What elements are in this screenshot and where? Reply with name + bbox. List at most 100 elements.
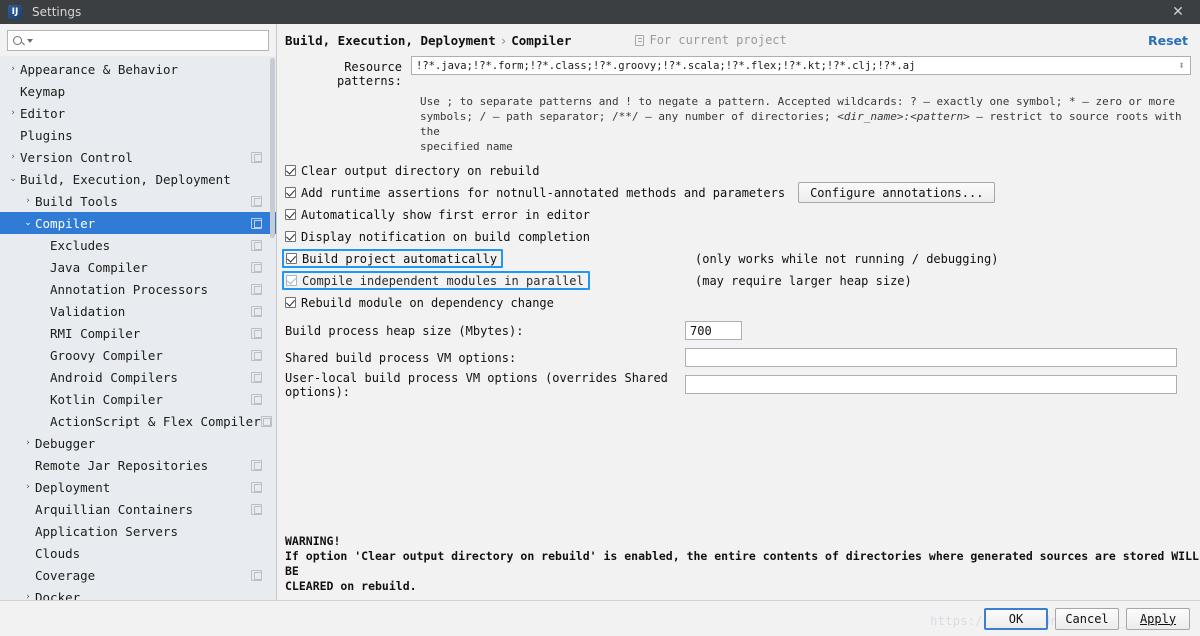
field-label: Shared build process VM options: [285, 351, 685, 365]
configure-annotations-label: Configure annotations... [810, 186, 983, 200]
sidebar-item-android-compilers[interactable]: Android Compilers [0, 366, 276, 388]
sidebar-item-label: Build Tools [35, 194, 251, 209]
sidebar-item-java-compiler[interactable]: Java Compiler [0, 256, 276, 278]
checkbox-row: Rebuild module on dependency change [285, 292, 1191, 313]
sidebar-item-keymap[interactable]: Keymap [0, 80, 276, 102]
breadcrumb-root[interactable]: Build, Execution, Deployment [285, 33, 496, 48]
checkbox-indicator[interactable] [286, 253, 297, 264]
project-scope-icon [251, 394, 262, 405]
sidebar-item-remote-jar-repositories[interactable]: Remote Jar Repositories [0, 454, 276, 476]
breadcrumb-leaf: Compiler [511, 33, 571, 48]
expand-icon[interactable]: ⬍ [1175, 59, 1188, 72]
chevron-right-icon[interactable]: › [6, 64, 20, 74]
checkbox-indicator[interactable] [285, 297, 296, 308]
sidebar-item-plugins[interactable]: Plugins [0, 124, 276, 146]
sidebar-item-label: Version Control [20, 150, 251, 165]
sidebar-item-excludes[interactable]: Excludes [0, 234, 276, 256]
window-title: Settings [32, 5, 81, 19]
checkbox-display-notification-on-build-completion[interactable]: Display notification on build completion [285, 230, 590, 244]
sidebar-item-editor[interactable]: ›Editor [0, 102, 276, 124]
sidebar-item-label: Annotation Processors [50, 282, 251, 297]
sidebar-scrollbar-thumb[interactable] [270, 58, 275, 238]
sidebar-item-version-control[interactable]: ›Version Control [0, 146, 276, 168]
sidebar-item-application-servers[interactable]: Application Servers [0, 520, 276, 542]
chevron-down-icon[interactable]: ⌄ [21, 218, 35, 228]
sidebar-item-coverage[interactable]: Coverage [0, 564, 276, 586]
checkbox-indicator[interactable] [285, 165, 296, 176]
warning-line-2: CLEARED on rebuild. [285, 579, 1200, 594]
sidebar-item-validation[interactable]: Validation [0, 300, 276, 322]
field-input[interactable]: 700 [685, 321, 742, 340]
cancel-button[interactable]: Cancel [1055, 608, 1119, 630]
help-line-3: specified name [420, 139, 1191, 154]
breadcrumb-bar: Build, Execution, Deployment›Compiler Fo… [285, 24, 1191, 50]
dialog-body: ›Appearance & BehaviorKeymap›EditorPlugi… [0, 24, 1200, 636]
chevron-right-icon[interactable]: › [21, 482, 35, 492]
settings-tree[interactable]: ›Appearance & BehaviorKeymap›EditorPlugi… [0, 56, 276, 610]
resource-patterns-input[interactable]: !?*.java;!?*.form;!?*.class;!?*.groovy;!… [411, 56, 1191, 75]
sidebar-item-annotation-processors[interactable]: Annotation Processors [0, 278, 276, 300]
checkbox-indicator[interactable] [285, 187, 296, 198]
checkbox-automatically-show-first-error-in-editor[interactable]: Automatically show first error in editor [285, 208, 590, 222]
sidebar-item-appearance-behavior[interactable]: ›Appearance & Behavior [0, 58, 276, 80]
project-scope-icon [251, 372, 262, 383]
field-input[interactable] [685, 348, 1177, 367]
close-icon[interactable]: ✕ [1156, 0, 1200, 24]
chevron-right-icon[interactable]: › [21, 196, 35, 206]
checkbox-row: Add runtime assertions for notnull-annot… [285, 182, 1191, 203]
field-row: User-local build process VM options (ove… [285, 371, 1191, 398]
sidebar-item-arquillian-containers[interactable]: Arquillian Containers [0, 498, 276, 520]
checkbox-indicator[interactable] [286, 275, 297, 286]
sidebar-item-label: Kotlin Compiler [50, 392, 251, 407]
resource-patterns-row: Resource patterns: !?*.java;!?*.form;!?*… [285, 56, 1191, 88]
sidebar-item-deployment[interactable]: ›Deployment [0, 476, 276, 498]
chevron-right-icon[interactable]: › [21, 438, 35, 448]
sidebar-scrollbar[interactable] [269, 56, 276, 610]
sidebar-item-debugger[interactable]: ›Debugger [0, 432, 276, 454]
help-line-2: symbols; / — path separator; /**/ — any … [420, 109, 1191, 139]
sidebar-item-label: Editor [20, 106, 251, 121]
sidebar-item-groovy-compiler[interactable]: Groovy Compiler [0, 344, 276, 366]
chevron-right-icon[interactable]: › [6, 152, 20, 162]
resource-patterns-label: Resource patterns: [285, 56, 411, 88]
chevron-down-icon[interactable] [27, 39, 33, 43]
search-box[interactable] [7, 30, 269, 51]
checkbox-clear-output-directory-on-rebuild[interactable]: Clear output directory on rebuild [285, 164, 539, 178]
configure-annotations-button[interactable]: Configure annotations... [798, 182, 995, 203]
sidebar-item-label: Plugins [20, 128, 251, 143]
warning-title: WARNING! [285, 534, 1200, 549]
dialog-button-bar: https://blog.csdn.net/BUG_Sheng_19 OK Ca… [0, 600, 1200, 636]
build-process-fields: Build process heap size (Mbytes):700Shar… [285, 317, 1191, 398]
project-scope-label: For current project [635, 33, 786, 47]
search-container [0, 24, 276, 56]
sidebar-item-compiler[interactable]: ⌄Compiler [0, 212, 276, 234]
checkbox-label: Rebuild module on dependency change [301, 296, 554, 310]
sidebar-item-rmi-compiler[interactable]: RMI Compiler [0, 322, 276, 344]
sidebar-item-clouds[interactable]: Clouds [0, 542, 276, 564]
sidebar-item-label: Deployment [35, 480, 251, 495]
checkbox-build-project-automatically[interactable]: Build project automatically [282, 249, 503, 268]
checkbox-indicator[interactable] [285, 209, 296, 220]
sidebar-item-actionscript-flex-compiler[interactable]: ActionScript & Flex Compiler [0, 410, 276, 432]
sidebar-item-kotlin-compiler[interactable]: Kotlin Compiler [0, 388, 276, 410]
ok-button[interactable]: OK [984, 608, 1048, 630]
breadcrumb-separator: › [496, 33, 512, 48]
sidebar-item-build-execution-deployment[interactable]: ⌄Build, Execution, Deployment [0, 168, 276, 190]
chevron-down-icon[interactable]: ⌄ [6, 174, 20, 184]
field-input[interactable] [685, 375, 1177, 394]
apply-button[interactable]: Apply [1126, 608, 1190, 630]
sidebar-item-label: Clouds [35, 546, 251, 561]
sidebar-item-label: Coverage [35, 568, 251, 583]
checkbox-label: Compile independent modules in parallel [302, 274, 584, 288]
checkbox-add-runtime-assertions-for-notnull-annotated-methods-and-parameters[interactable]: Add runtime assertions for notnull-annot… [285, 186, 785, 200]
reset-link[interactable]: Reset [1148, 33, 1188, 48]
sidebar-item-build-tools[interactable]: ›Build Tools [0, 190, 276, 212]
sidebar-item-label: Arquillian Containers [35, 502, 251, 517]
project-scope-icon [251, 196, 262, 207]
chevron-right-icon[interactable]: › [6, 108, 20, 118]
search-input[interactable] [36, 34, 263, 47]
checkbox-label: Clear output directory on rebuild [301, 164, 539, 178]
checkbox-rebuild-module-on-dependency-change[interactable]: Rebuild module on dependency change [285, 296, 554, 310]
checkbox-compile-independent-modules-in-parallel[interactable]: Compile independent modules in parallel [282, 271, 590, 290]
checkbox-indicator[interactable] [285, 231, 296, 242]
